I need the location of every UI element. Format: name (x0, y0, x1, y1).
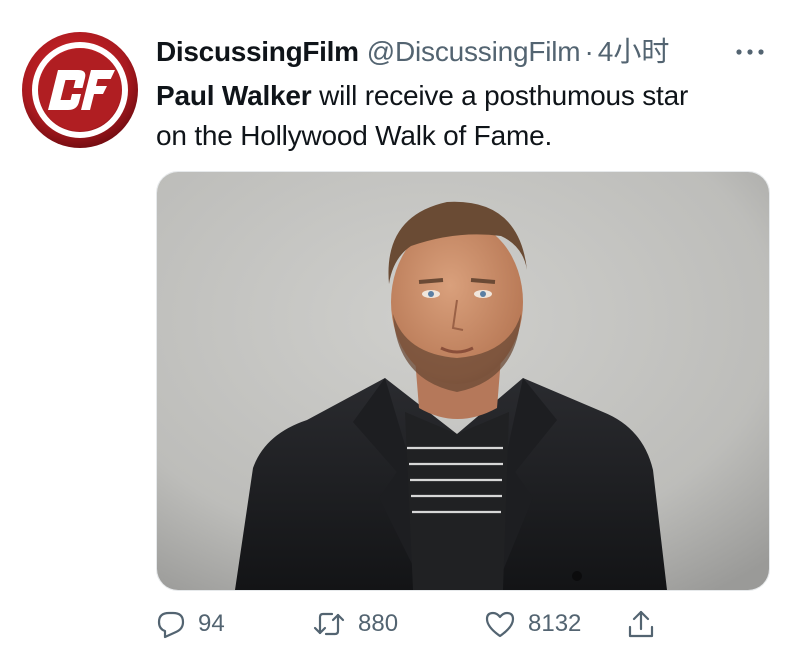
speech-bubble-icon (157, 611, 185, 639)
more-options-button[interactable] (730, 36, 770, 68)
retweet-count: 880 (358, 610, 399, 637)
tweet-text-rest: will receive a posthumous star (311, 80, 689, 111)
tweet-actions: 94 880 8132 (156, 604, 776, 644)
like-count: 8132 (528, 610, 582, 637)
more-dots-icon (736, 49, 764, 55)
share-upload-icon (628, 610, 654, 638)
tweet-header: DiscussingFilm @DiscussingFilm · 4小时 (156, 30, 669, 74)
tweet-text: Paul Walker will receive a posthumous st… (156, 76, 776, 156)
tweet-text-line-1: Paul Walker will receive a posthumous st… (156, 76, 776, 116)
user-handle[interactable]: @DiscussingFilm (367, 30, 581, 74)
tweet-photo[interactable] (156, 171, 770, 591)
retweet-button[interactable]: 880 (312, 604, 398, 644)
reply-count: 94 (198, 610, 225, 637)
tweet-card[interactable]: DiscussingFilm @DiscussingFilm · 4小时 Pau… (0, 0, 800, 651)
tweet-text-line-2: on the Hollywood Walk of Fame. (156, 120, 553, 151)
share-button[interactable] (626, 604, 656, 644)
display-name[interactable]: DiscussingFilm (156, 30, 359, 74)
discussingfilm-logo-icon (22, 32, 138, 148)
timestamp[interactable]: 4小时 (598, 30, 670, 74)
reply-button[interactable]: 94 (156, 604, 225, 644)
heart-outline-icon (485, 611, 515, 638)
avatar[interactable] (20, 30, 140, 150)
portrait-photo-icon (157, 172, 769, 590)
retweet-arrows-icon (313, 612, 345, 636)
tweet-text-bold: Paul Walker (156, 80, 312, 111)
like-button[interactable]: 8132 (484, 604, 581, 644)
separator-dot: · (584, 36, 594, 67)
